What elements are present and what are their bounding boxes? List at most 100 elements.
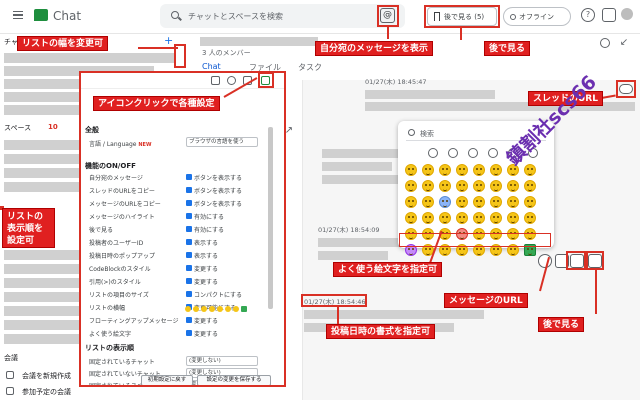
emoji-cell[interactable] bbox=[419, 194, 436, 210]
main-menu-icon[interactable] bbox=[13, 11, 23, 19]
emoji-cell[interactable] bbox=[470, 210, 487, 226]
emoji-category-smileys-icon[interactable] bbox=[428, 148, 438, 158]
sidebar-meetings-heading[interactable]: 会議 bbox=[4, 353, 18, 363]
emoji-face-icon bbox=[506, 196, 519, 208]
emoji-cell[interactable] bbox=[436, 194, 453, 210]
emoji-cell[interactable] bbox=[470, 194, 487, 210]
feature-checkbox[interactable] bbox=[186, 213, 192, 219]
search-placeholder: チャットとスペースを検索 bbox=[188, 12, 283, 21]
feature-checkbox[interactable] bbox=[186, 226, 192, 232]
reset-button[interactable]: 初期設定に戻す bbox=[141, 375, 193, 385]
feature-checkbox[interactable] bbox=[186, 278, 192, 284]
collapse-icon[interactable]: ↙ bbox=[619, 38, 629, 48]
emoji-cell[interactable] bbox=[402, 194, 419, 210]
feature-checkbox[interactable] bbox=[186, 239, 192, 245]
emoji-face-icon bbox=[455, 164, 468, 176]
save-button[interactable]: 設定の変更を保存する bbox=[197, 375, 271, 385]
message-text bbox=[304, 310, 484, 319]
emoji-cell[interactable] bbox=[419, 178, 436, 194]
frequent-emoji-icon bbox=[225, 306, 231, 312]
list-order-label: 固定されているチャット bbox=[89, 359, 155, 366]
frequent-emoji-icon bbox=[233, 306, 239, 312]
emoji-face-icon bbox=[489, 180, 502, 192]
emoji-face-icon bbox=[489, 212, 502, 224]
callout-watch-later-top: 後で見る bbox=[484, 41, 531, 56]
settings-scrollbar[interactable] bbox=[268, 127, 273, 309]
emoji-category-nature-icon[interactable] bbox=[468, 148, 478, 158]
emoji-category-food-icon[interactable] bbox=[488, 148, 498, 158]
mention-icon[interactable] bbox=[227, 76, 236, 85]
emoji-cell[interactable] bbox=[453, 210, 470, 226]
feature-checkbox[interactable] bbox=[186, 291, 192, 297]
emoji-cell[interactable] bbox=[453, 194, 470, 210]
emoji-face-icon bbox=[455, 196, 468, 208]
watch-later-highlight bbox=[424, 5, 500, 28]
emoji-cell[interactable] bbox=[521, 194, 538, 210]
tab-tasks[interactable]: タスク bbox=[298, 62, 322, 73]
feature-label: 投稿者のユーザーID bbox=[89, 240, 144, 247]
feature-checkbox[interactable] bbox=[186, 317, 192, 323]
emoji-cell[interactable] bbox=[402, 162, 419, 178]
upcoming-meetings-link[interactable]: 参加予定の会議 bbox=[22, 387, 71, 397]
callout-arrow bbox=[387, 27, 389, 39]
emoji-cell[interactable] bbox=[453, 162, 470, 178]
emoji-cell[interactable] bbox=[487, 162, 504, 178]
emoji-face-icon bbox=[404, 196, 417, 208]
language-select[interactable]: ブラウザの言語を使う bbox=[186, 137, 258, 147]
extension-settings-popup: 全般 言語 / Language NEW ブラウザの言語を使う 機能のON/OF… bbox=[79, 71, 286, 387]
emoji-cell[interactable] bbox=[504, 210, 521, 226]
feature-label: メッセージのURLをコピー bbox=[89, 201, 161, 208]
feature-label: リストの横幅 bbox=[89, 305, 126, 312]
emoji-cell[interactable] bbox=[402, 210, 419, 226]
emoji-category-people-icon[interactable] bbox=[448, 148, 458, 158]
new-meeting-link[interactable]: 会議を新規作成 bbox=[22, 371, 71, 381]
emoji-cell[interactable] bbox=[436, 178, 453, 194]
sidebar-spaces-heading[interactable]: スペース bbox=[4, 123, 31, 133]
emoji-cell[interactable] bbox=[504, 194, 521, 210]
emoji-cell[interactable] bbox=[470, 162, 487, 178]
feature-checkbox[interactable] bbox=[186, 200, 192, 206]
member-count[interactable]: 3 人のメンバー bbox=[202, 48, 251, 58]
message-text bbox=[318, 251, 388, 260]
callout-arrow bbox=[460, 28, 462, 40]
feature-label: 自分宛のメッセージ bbox=[89, 175, 143, 182]
emoji-face-icon bbox=[523, 196, 536, 208]
emoji-cell[interactable] bbox=[436, 210, 453, 226]
emoji-cell[interactable] bbox=[470, 178, 487, 194]
thread-view-icon[interactable] bbox=[600, 38, 610, 48]
settings-body: 全般 言語 / Language NEW ブラウザの言語を使う 機能のON/OF… bbox=[85, 125, 268, 385]
emoji-face-icon bbox=[523, 164, 536, 176]
tab-chat[interactable]: Chat bbox=[202, 62, 221, 71]
open-tab-icon[interactable] bbox=[211, 76, 220, 85]
settings-gear-icon[interactable] bbox=[602, 8, 616, 22]
feature-checkbox[interactable] bbox=[186, 187, 192, 193]
new-chat-plus-icon[interactable]: + bbox=[164, 34, 173, 47]
emoji-cell[interactable] bbox=[419, 210, 436, 226]
emoji-cell[interactable] bbox=[402, 178, 419, 194]
emoji-cell[interactable] bbox=[487, 194, 504, 210]
feature-checkbox[interactable] bbox=[186, 174, 192, 180]
feature-checkbox[interactable] bbox=[186, 252, 192, 258]
emoji-face-icon bbox=[404, 164, 417, 176]
chat-list-item[interactable] bbox=[4, 53, 174, 63]
list-order-select[interactable]: (変更しない) bbox=[186, 356, 258, 366]
emoji-cell[interactable] bbox=[521, 210, 538, 226]
frequent-emoji-icon bbox=[201, 306, 207, 312]
emoji-cell[interactable] bbox=[487, 210, 504, 226]
help-icon[interactable]: ? bbox=[581, 8, 595, 22]
emoji-cell[interactable] bbox=[419, 162, 436, 178]
top-bar: Chat チャットとスペースを検索 @ 後で見る (5) オフライン ? bbox=[0, 0, 640, 34]
section-list-order: リストの表示順 bbox=[85, 344, 134, 352]
feature-checkbox[interactable] bbox=[186, 265, 192, 271]
emoji-cell[interactable] bbox=[453, 178, 470, 194]
search-input[interactable]: チャットとスペースを検索 bbox=[160, 4, 405, 28]
emoji-face-icon bbox=[523, 212, 536, 224]
emoji-cell[interactable] bbox=[521, 178, 538, 194]
emoji-cell[interactable] bbox=[487, 178, 504, 194]
avatar[interactable] bbox=[621, 8, 633, 20]
emoji-cell[interactable] bbox=[436, 162, 453, 178]
feature-label: メッセージのハイライト bbox=[89, 214, 155, 221]
emoji-cell[interactable] bbox=[504, 178, 521, 194]
feature-checkbox[interactable] bbox=[186, 330, 192, 336]
status-dropdown[interactable]: オフライン bbox=[503, 7, 571, 26]
